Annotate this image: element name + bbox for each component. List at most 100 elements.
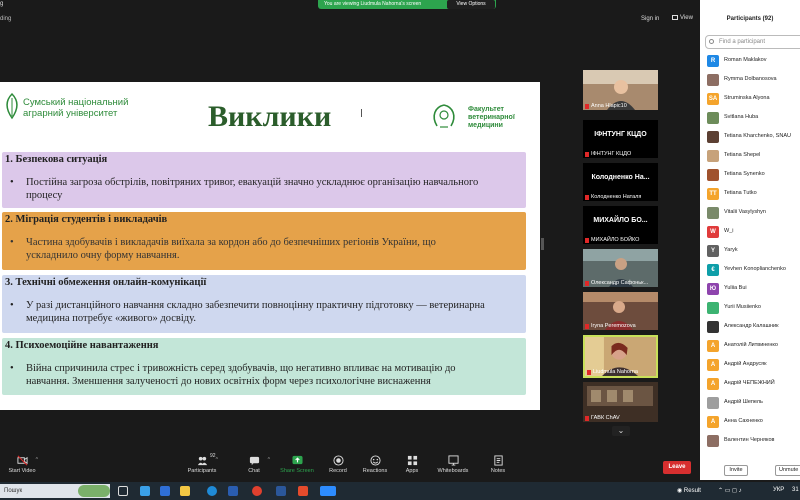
video-tile[interactable]: Iryna Peremozova: [583, 292, 658, 330]
sign-in-link[interactable]: Sign in: [641, 16, 659, 22]
wps-office-icon[interactable]: [298, 486, 308, 496]
mouse-cursor-icon: [361, 109, 367, 117]
search-icon: [709, 39, 714, 44]
video-tile[interactable]: МИХАЙЛО БО... МИХАЙЛО БОЙКО: [583, 206, 658, 244]
participant-row[interactable]: Vitalii Vasylyshyn: [700, 205, 800, 224]
video-editor-icon[interactable]: [160, 486, 170, 496]
chat-icon: [249, 456, 259, 466]
participant-name: Anna Hlapic10: [583, 103, 627, 109]
bullet: •: [10, 363, 14, 374]
chat-button[interactable]: Chat ^: [232, 455, 276, 474]
view-options-button[interactable]: View Options: [447, 0, 495, 9]
challenge-text: • Постійна загроза обстрілів, повітряних…: [2, 176, 526, 202]
task-view-icon[interactable]: [118, 486, 128, 496]
zoom-app-icon[interactable]: [320, 486, 336, 496]
faculty-name: Факультет ветеринарної медицини: [468, 106, 515, 130]
participant-row[interactable]: Андрій Шепель: [700, 395, 800, 414]
avatar: [707, 397, 719, 409]
participant-name: Олександр Сафоньк...: [583, 280, 648, 286]
participant-row[interactable]: W W_i: [700, 224, 800, 243]
file-explorer-icon[interactable]: [180, 486, 190, 496]
notes-button[interactable]: Notes: [476, 455, 520, 474]
view-button[interactable]: View: [672, 15, 693, 21]
participants-title: Participants (92): [726, 16, 774, 22]
video-tile[interactable]: ГАВК ChAV: [583, 382, 658, 422]
tray-icons[interactable]: ⌃ ▭ ◻ ♪: [718, 487, 742, 494]
chrome-browser-icon[interactable]: [252, 486, 262, 496]
participant-row[interactable]: SA Struminska Alyona: [700, 91, 800, 110]
participant-row[interactable]: Tetiana Shepel: [700, 148, 800, 167]
gallery-next-page-button[interactable]: ⌄: [612, 426, 630, 436]
participant-row[interactable]: TT Tetiana Tutko: [700, 186, 800, 205]
participant-list: R Roman Maklakov Rymma Dolbanosova SA Strumi…: [700, 53, 800, 452]
participant-list-name: Tetiana Tutko: [724, 190, 757, 196]
avatar: €: [707, 264, 719, 276]
participant-row[interactable]: € Yevhen Konoplianchenko: [700, 262, 800, 281]
participant-row[interactable]: Валентин Черняков: [700, 433, 800, 452]
participant-list-name: Валентин Черняков: [724, 437, 775, 443]
participant-row[interactable]: Svitlana Huba: [700, 110, 800, 129]
video-tile[interactable]: ІФНТУНГ КЦДО ІФНТУНГ КЦДО: [583, 120, 658, 158]
start-video-button[interactable]: Start Video ^: [0, 455, 44, 474]
word-icon[interactable]: [276, 486, 286, 496]
participant-list-name: Rymma Dolbanosova: [724, 76, 777, 82]
avatar: [707, 321, 719, 333]
faculty-name-line: медицини: [468, 122, 503, 129]
video-tile-active-speaker[interactable]: Liudmula Nahorna: [583, 335, 658, 378]
edge-browser-icon[interactable]: [207, 486, 217, 496]
participant-row[interactable]: Rymma Dolbanosova: [700, 72, 800, 91]
participant-list-name: Struminska Alyona: [724, 95, 770, 101]
challenge-line: Частина здобувачів і викладачів виїхала …: [26, 237, 436, 248]
copilot-icon[interactable]: [140, 486, 150, 496]
participant-row[interactable]: Y Yaryk: [700, 243, 800, 262]
leave-meeting-button[interactable]: Leave: [663, 461, 691, 474]
system-clock[interactable]: 31: [792, 487, 799, 493]
outlook-icon[interactable]: [228, 486, 238, 496]
apps-button[interactable]: Apps: [390, 455, 434, 474]
participant-row[interactable]: А Андрій Андрусяк: [700, 357, 800, 376]
video-tile[interactable]: Олександр Сафоньк...: [583, 249, 658, 287]
participant-row[interactable]: А Анна Сахненко: [700, 414, 800, 433]
challenge-box-psychological: 4. Психоемоційне навантаження • Війна сп…: [2, 338, 526, 395]
participant-row[interactable]: Yurii Musiienko: [700, 300, 800, 319]
app-label: g: [0, 1, 4, 7]
chevron-up-icon[interactable]: ^: [36, 457, 38, 463]
participant-row[interactable]: Tetiana Synenko: [700, 167, 800, 186]
participant-row[interactable]: Александр Калашник: [700, 319, 800, 338]
header-left-label: ding: [0, 16, 12, 22]
participant-row[interactable]: Tetiana Kharchenko, SNAU: [700, 129, 800, 148]
participant-row[interactable]: А Анатолій Литвиненко: [700, 338, 800, 357]
tray-result-item[interactable]: ◉ Result: [677, 487, 701, 494]
chevron-up-icon[interactable]: ^: [268, 457, 270, 463]
whiteboards-button[interactable]: Whiteboards: [431, 455, 475, 474]
slide-title: Виклики: [208, 100, 332, 133]
challenge-box-technical: 3. Технічні обмеження онлайн-комунікації…: [2, 275, 526, 333]
participant-list-name: Анна Сахненко: [724, 418, 763, 424]
input-language[interactable]: УКР: [773, 487, 784, 493]
share-screen-label: Share Screen: [280, 468, 314, 474]
split-resize-handle[interactable]: [541, 238, 544, 250]
video-tile[interactable]: Anna Hlapic10: [583, 70, 658, 110]
notes-label: Notes: [490, 468, 506, 474]
participants-button[interactable]: Participants ^: [180, 455, 224, 474]
challenge-text: • Частина здобувачів і викладачів виїхал…: [2, 236, 526, 262]
reactions-label: Reactions: [362, 468, 388, 474]
participant-name: МИХАЙЛО БОЙКО: [583, 237, 639, 243]
participant-list-name: Tetiana Synenko: [724, 171, 765, 177]
shared-slide: Сумський національний аграрний університ…: [0, 82, 540, 410]
faculty-logo: [433, 104, 455, 128]
avatar: [707, 207, 719, 219]
invite-button[interactable]: Invite: [724, 465, 748, 476]
share-screen-button[interactable]: Share Screen: [275, 455, 319, 474]
challenge-heading: 1. Безпекова ситуація: [5, 154, 108, 165]
participant-list-name: Андрій ЧЕПЕЖНИЙ: [724, 380, 775, 386]
challenge-line: медицина потребує «живого» досвіду.: [26, 313, 196, 324]
participant-list-name: W_i: [724, 228, 734, 234]
participant-row[interactable]: Ю Yuliia Bui: [700, 281, 800, 300]
unmute-me-button[interactable]: Unmute: [775, 465, 800, 476]
participant-search-input[interactable]: Find a participant: [705, 35, 800, 49]
meeting-header: ding Sign in View: [0, 11, 700, 29]
video-tile[interactable]: Колодненко На... Колодненко Наталя: [583, 163, 658, 201]
participant-row[interactable]: А Андрій ЧЕПЕЖНИЙ: [700, 376, 800, 395]
participant-row[interactable]: R Roman Maklakov: [700, 53, 800, 72]
